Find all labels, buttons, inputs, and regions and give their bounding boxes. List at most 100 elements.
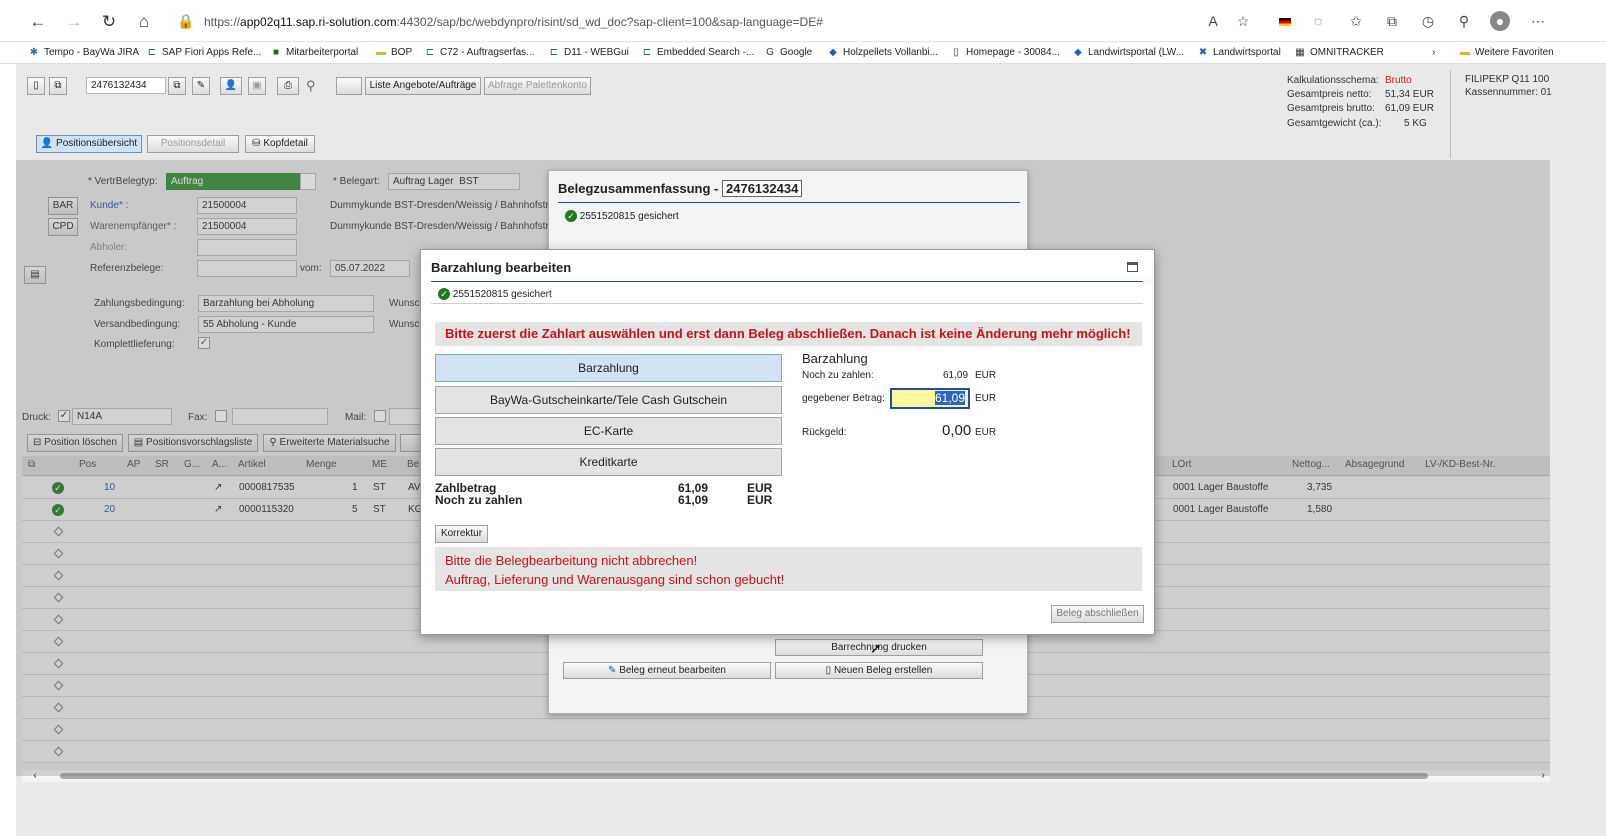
weight-value: 5 KG [1404, 118, 1427, 129]
change-value: 0,00 [942, 422, 972, 439]
noch-currency: EUR [747, 493, 773, 507]
collections-icon[interactable]: ⧉ [1382, 11, 1402, 31]
scheme-label: Kalkulationsschema: [1287, 75, 1379, 86]
back-icon[interactable]: ← [26, 10, 50, 34]
divider [431, 303, 1143, 304]
attach-icon[interactable]: ⚲ [306, 78, 316, 94]
favorite-item[interactable]: ◆ Holzpellets Vollanbi... [827, 45, 938, 61]
due-currency: EUR [975, 370, 997, 381]
noch-value: 61,09 [678, 493, 709, 507]
favorites-icon[interactable]: ✩ [1346, 11, 1366, 31]
favorite-item[interactable]: ⊏ D11 - WEBGui [548, 45, 629, 61]
print-icon[interactable]: ⎙ [277, 77, 299, 95]
open-icon[interactable]: ⧉ [168, 77, 186, 95]
register-label: Kassennummer: 01 [1465, 87, 1552, 98]
warning-banner-bottom: Bitte die Belegbearbeitung nicht abbrech… [435, 547, 1142, 591]
summary-saved-message: ✓ 2551520815 gesichert [565, 210, 679, 222]
favorite-item[interactable]: ▦ OMNITRACKER [1294, 45, 1384, 61]
list-offers-button[interactable]: Liste Angebote/Aufträge [365, 77, 481, 95]
favorite-item[interactable]: ⊏ SAP Fiori Apps Refe... [146, 45, 262, 61]
cursor-icon: ➚ [870, 640, 882, 656]
warning-banner-top: Bitte zuerst die Zahlart auswählen und e… [435, 322, 1142, 346]
scheme-value: Brutto [1385, 75, 1412, 86]
browser-toolbar: ← → ↻ ⌂ 🔒 https://app02q11.sap.ri-soluti… [0, 0, 1606, 42]
given-label: gegebener Betrag: [802, 393, 885, 404]
summary-divider [558, 202, 1020, 203]
edit-document-button[interactable]: ✎ Beleg erneut bearbeiten [563, 662, 771, 679]
browser-window: ← → ↻ ⌂ 🔒 https://app02q11.sap.ri-soluti… [0, 0, 1606, 836]
net-label: Gesamtpreis netto: [1287, 89, 1372, 100]
method-voucher-button[interactable]: BayWa-Gutscheinkarte/Tele Cash Gutschein [435, 386, 782, 414]
favorite-item[interactable]: ◆ Landwirtsportal (LW... [1072, 45, 1184, 61]
payment-dialog: Barzahlung bearbeiten ✓ 2551520815 gesic… [420, 249, 1155, 635]
summary-title: Belegzusammenfassung - 2476132434 [558, 180, 803, 197]
favorite-star-icon[interactable]: ☆ [1233, 11, 1253, 31]
weight-label: Gesamtgewicht (ca.): [1287, 118, 1382, 129]
url-prefix: https:// [204, 15, 241, 29]
favorite-item[interactable]: ▬ BOP [375, 45, 412, 61]
dialog-divider [431, 281, 1143, 282]
person-icon[interactable]: 👤 [220, 77, 242, 95]
gross-value: 61,09 EUR [1385, 103, 1434, 114]
method-cash-button[interactable]: Barzahlung [435, 354, 782, 382]
change-label: Rückgeld: [802, 427, 847, 438]
extension-icon[interactable]: ◌ [1308, 11, 1328, 31]
flag-icon[interactable] [1275, 11, 1295, 31]
check-icon: ✓ [438, 288, 450, 300]
change-currency: EUR [975, 427, 997, 438]
dialog-title: Barzahlung bearbeiten [431, 260, 572, 275]
disabled-icon [336, 77, 362, 95]
check-icon: ✓ [565, 210, 577, 222]
gross-label: Gesamtpreis brutto: [1287, 103, 1375, 114]
chevron-right-icon[interactable]: › [1432, 45, 1435, 61]
doc-number-field[interactable]: 2476132434 [86, 77, 166, 94]
noch-label: Noch zu zahlen [435, 493, 523, 507]
method-ec-button[interactable]: EC-Karte [435, 417, 782, 445]
method-credit-button[interactable]: Kreditkarte [435, 448, 782, 476]
favorites-bar: ✱ Tempo - BayWa JIRA ⊏ SAP Fiori Apps Refe… [0, 42, 1606, 64]
given-currency: EUR [975, 393, 997, 404]
branch-label: FILIPEKP Q11 100 [1465, 74, 1550, 85]
close-document-button[interactable]: Beleg abschließen [1051, 605, 1144, 623]
home-icon[interactable]: ⌂ [132, 10, 156, 34]
tab-position-overview[interactable]: 👤 Positionsübersicht [36, 135, 142, 153]
pallet-account-button[interactable]: Abfrage Palettenkonto [484, 77, 591, 95]
reload-icon[interactable]: ↻ [97, 10, 121, 34]
tab-header-detail[interactable]: ⛁ Kopfdetail [245, 135, 315, 153]
new-document-button[interactable]: ▯ Neuen Beleg erstellen [775, 662, 983, 679]
favorite-item[interactable]: ▯ Homepage - 30084... [950, 45, 1060, 61]
copy-doc-icon[interactable]: ⧉ [49, 77, 67, 95]
url-host: app02q11.sap.ri-solution.com [240, 15, 397, 29]
due-label: Noch zu zahlen: [802, 370, 874, 381]
history-icon[interactable]: ◷ [1418, 11, 1438, 31]
given-amount-input[interactable]: 61,09 [890, 388, 970, 409]
dialog-saved-message: ✓ 2551520815 gesichert [438, 288, 552, 300]
favorite-item[interactable]: G Google [764, 45, 812, 61]
favorite-item[interactable]: ✖ Landwirtsportal [1197, 45, 1281, 61]
edit-icon[interactable]: ✎ [192, 77, 210, 95]
favorite-item[interactable]: ✱ Tempo - BayWa JIRA [28, 45, 139, 61]
new-doc-icon[interactable]: ▯ [27, 77, 45, 95]
favorite-item[interactable]: ⊏ Embedded Search -... [641, 45, 754, 61]
favorite-item[interactable]: ⊏ C72 - Auftragserfas... [424, 45, 535, 61]
selected-method-label: Barzahlung [802, 351, 868, 366]
share-icon[interactable]: ⚲ [1454, 11, 1474, 31]
net-value: 51,34 EUR [1385, 89, 1434, 100]
summary-doc-number: 2476132434 [722, 180, 803, 197]
favorite-folder[interactable]: ▬ Weitere Favoriten [1459, 45, 1554, 61]
avatar[interactable]: ● [1490, 11, 1510, 31]
due-value: 61,09 [943, 370, 969, 381]
more-icon[interactable]: ⋯ [1528, 11, 1548, 31]
save-icon[interactable]: ▣ [248, 77, 266, 95]
warning-line-2: Auftrag, Lieferung und Warenausgang sind… [445, 572, 785, 587]
divider [1450, 70, 1451, 158]
read-aloud-icon[interactable]: A [1203, 11, 1223, 31]
tab-position-detail[interactable]: Positionsdetail [147, 135, 239, 153]
korrektur-button[interactable]: Korrektur [435, 525, 488, 543]
forward-icon[interactable]: → [62, 10, 86, 34]
maximize-icon[interactable] [1127, 262, 1138, 272]
favorite-item[interactable]: ■ Mitarbeiterportal [270, 45, 358, 61]
url-path: :44302/sap/bc/webdynpro/risint/sd_wd_doc… [396, 15, 823, 29]
address-bar[interactable]: https://app02q11.sap.ri-solution.com:443… [204, 9, 1204, 35]
warning-line-1: Bitte die Belegbearbeitung nicht abbrech… [445, 553, 698, 568]
